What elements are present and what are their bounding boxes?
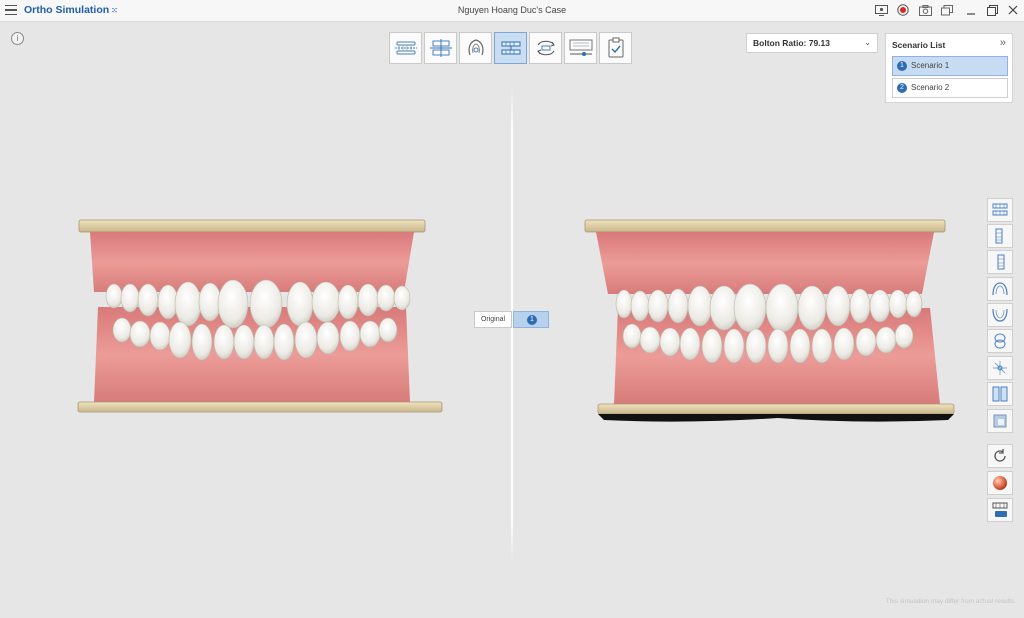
rotate-movement-tool[interactable] [529,32,562,64]
compare-scenario-button[interactable]: 1 [513,311,549,328]
close-icon[interactable] [1006,3,1020,17]
record-icon[interactable] [896,3,910,17]
complete-checklist-tool[interactable] [599,32,632,64]
lower-occlusal-view-button[interactable] [987,303,1013,327]
reset-view-button[interactable] [987,444,1013,468]
staging-icon [569,39,592,56]
scenario-item-label: Scenario 2 [911,83,950,92]
left-view-button[interactable] [987,224,1013,248]
scenario-item-2[interactable]: 2 Scenario 2 [892,78,1008,98]
title-bar: Ortho Simulation ⁙ Nguyen Hoang Duc's Cas… [0,0,1024,22]
tooth-movement-tool[interactable] [494,32,527,64]
upper-occlusal-view-button[interactable] [987,277,1013,301]
case-title: Nguyen Hoang Duc's Case [457,5,567,15]
scenario-dental-model[interactable] [584,218,958,424]
color-sphere-button[interactable] [987,471,1013,495]
attachment-icon [992,502,1008,517]
scenario-item-label: Scenario 1 [911,61,950,70]
right-view-button[interactable] [987,250,1013,274]
split-view-button[interactable] [987,382,1013,406]
scenario-number-badge: 2 [897,83,907,93]
arch-alignment-icon [394,41,417,55]
scenario-list-title: Scenario List [892,40,946,50]
minimize-icon[interactable] [964,3,978,17]
axis-view-icon [993,361,1007,375]
arch-alignment-tool[interactable] [389,32,422,64]
camera-icon[interactable] [918,3,932,17]
bolton-ratio-label: Bolton Ratio: 79.13 [753,38,830,48]
bolton-ratio-dropdown[interactable]: Bolton Ratio: 79.13 ⌄ [746,33,878,53]
split-view-icon [992,386,1008,402]
upper-occlusal-view-icon [992,282,1008,296]
upper-lower-view-icon [992,203,1008,216]
scenario-item-1[interactable]: 1 Scenario 1 [892,56,1008,76]
disclaimer-text: This simulation may differ from actual r… [885,598,1016,605]
tooth-movement-icon [501,41,520,55]
occlusion-plane-tool[interactable] [424,32,457,64]
compare-original-button[interactable]: Original [474,311,512,328]
chevron-down-icon: ⌄ [864,38,871,47]
attachment-button[interactable] [987,498,1013,522]
transparency-icon [993,414,1007,428]
multi-window-icon[interactable] [940,3,954,17]
collapse-panel-icon[interactable]: » [1000,37,1006,49]
scenario-number-badge: 1 [897,61,907,71]
screen-capture-icon[interactable] [874,3,888,17]
color-sphere-icon [993,476,1007,490]
scenario-number-badge: 1 [527,315,537,325]
scenario-list-panel: Scenario List » 1 Scenario 1 2 Scenario … [885,33,1013,103]
maximize-icon[interactable] [985,3,999,17]
upper-lower-view-button[interactable] [987,198,1013,222]
tooth-segmentation-tool[interactable] [459,32,492,64]
lower-occlusal-view-icon [992,308,1008,322]
right-view-icon [997,254,1005,270]
occlusion-plane-icon [429,39,452,57]
reset-view-icon [994,449,1006,462]
transparency-button[interactable] [987,409,1013,433]
front-view-button[interactable] [987,329,1013,353]
rotate-movement-icon [536,40,555,56]
info-icon[interactable]: i [11,32,24,45]
tooth-segmentation-icon [468,39,483,56]
original-dental-model[interactable] [76,218,446,416]
front-view-icon [994,333,1006,349]
main-toolbar [389,32,634,64]
staging-tool[interactable] [564,32,597,64]
complete-checklist-icon [608,37,623,58]
axis-view-button[interactable] [987,356,1013,380]
left-view-icon [995,228,1003,244]
